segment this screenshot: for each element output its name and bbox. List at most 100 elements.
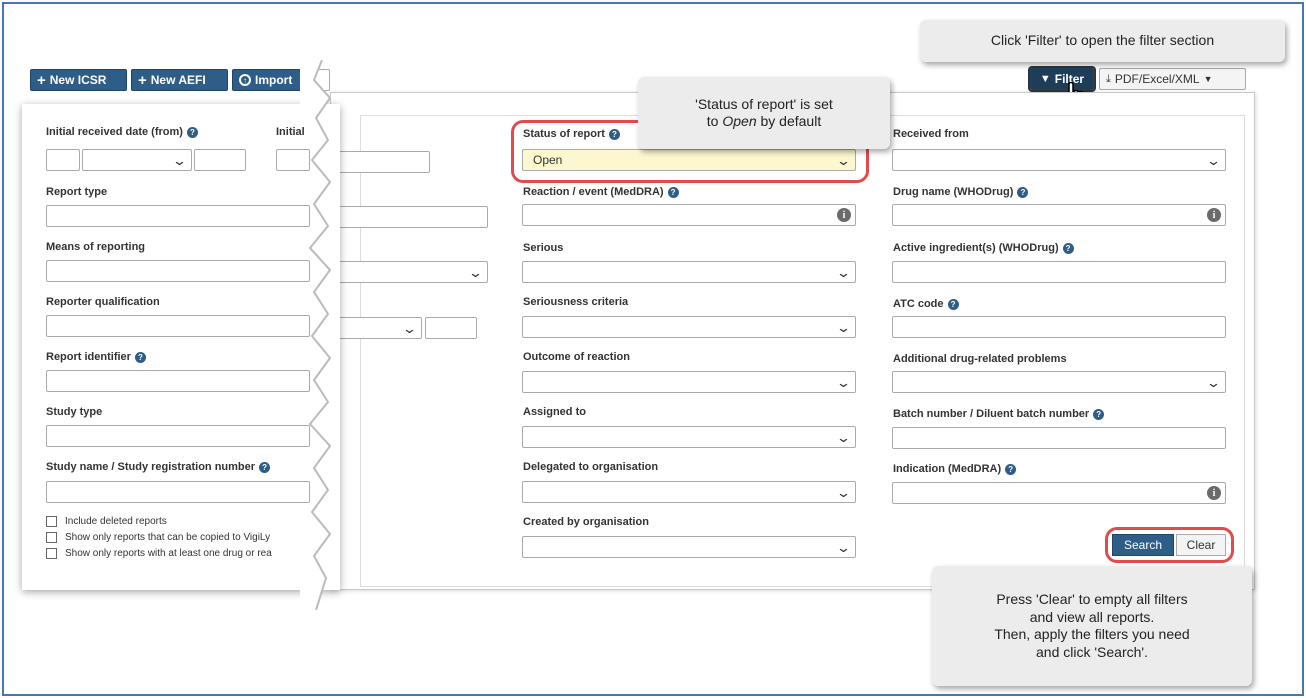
study-name-label: Study name / Study registration number? (46, 461, 271, 473)
plus-icon: + (138, 71, 147, 89)
help-icon: ? (947, 298, 959, 310)
report-identifier-input[interactable] (46, 370, 310, 392)
report-type-label: Report type (46, 186, 108, 198)
means-of-reporting-input[interactable] (46, 260, 310, 282)
filter-panel (360, 115, 1245, 587)
chevron-down-icon: ⌄ (401, 320, 418, 336)
info-icon[interactable]: i (1207, 486, 1221, 500)
chevron-down-icon: ⌄ (835, 484, 852, 500)
atc-code-input[interactable] (892, 316, 1226, 338)
means-of-reporting-label: Means of reporting (46, 241, 146, 253)
reaction-event-input[interactable]: i (522, 204, 856, 226)
help-icon: ? (1017, 186, 1029, 198)
new-icsr-button[interactable]: + New ICSR (30, 69, 127, 91)
help-icon: ? (259, 461, 271, 473)
atc-code-label: ATC code? (893, 298, 959, 310)
clear-tip-callout: Press 'Clear' to empty all filters and v… (932, 566, 1252, 686)
chevron-down-icon: ⌄ (835, 374, 852, 390)
help-icon: ? (134, 351, 146, 363)
drug-name-input[interactable]: i (892, 204, 1226, 226)
seriousness-criteria-label: Seriousness criteria (523, 296, 629, 308)
chevron-down-icon: ⌄ (835, 264, 852, 280)
reporter-qualification-input[interactable] (46, 315, 310, 337)
reaction-event-label: Reaction / event (MedDRA)? (523, 186, 679, 198)
indication-input[interactable]: i (892, 482, 1226, 504)
help-icon: ? (1005, 463, 1017, 475)
received-from-label: Received from (893, 128, 969, 140)
created-by-label: Created by organisation (523, 516, 649, 528)
delegated-label: Delegated to organisation (523, 461, 659, 473)
assigned-to-select[interactable]: ⌄ (522, 426, 856, 448)
indication-label: Indication (MedDRA)? (893, 463, 1017, 475)
study-type-label: Study type (46, 406, 103, 418)
chevron-down-icon: ⌄ (835, 319, 852, 335)
report-identifier-label: Report identifier? (46, 351, 146, 363)
initial-received-date-from-label: Initial received date (from)? (46, 126, 198, 138)
additional-drug-label: Additional drug-related problems (893, 353, 1067, 365)
hidden-date-field[interactable] (338, 151, 430, 173)
hidden-field-2[interactable] (338, 206, 488, 228)
include-deleted-checkbox-row[interactable]: Include deleted reports (46, 516, 167, 527)
batch-number-label: Batch number / Diluent batch number? (893, 408, 1105, 420)
export-icon: ⤓ (1106, 72, 1111, 85)
additional-drug-select[interactable]: ⌄ (892, 371, 1226, 393)
chevron-down-icon: ⌄ (1205, 374, 1222, 390)
assigned-to-label: Assigned to (523, 406, 586, 418)
new-aefi-label: New AEFI (150, 73, 206, 87)
help-icon: ? (667, 186, 679, 198)
copy-to-vigilyze-checkbox[interactable] (46, 532, 57, 543)
chevron-down-icon: ⌄ (171, 152, 188, 168)
received-from-select[interactable]: ⌄ (892, 149, 1226, 171)
date-month-select[interactable]: ⌄ (82, 149, 192, 171)
search-clear-highlight-ring (1105, 527, 1234, 563)
export-label: PDF/Excel/XML (1114, 72, 1200, 86)
reporter-qualification-label: Reporter qualification (46, 296, 160, 308)
at-least-one-drug-checkbox[interactable] (46, 548, 57, 559)
hidden-field-5[interactable] (425, 317, 477, 339)
copy-to-vigilyze-checkbox-row[interactable]: Show only reports that can be copied to … (46, 532, 270, 543)
new-aefi-button[interactable]: + New AEFI (131, 69, 228, 91)
funnel-icon: ▼ (1039, 73, 1051, 85)
import-label: Import (255, 73, 293, 87)
created-by-select[interactable]: ⌄ (522, 536, 856, 558)
report-type-input[interactable] (46, 205, 310, 227)
serious-label: Serious (523, 242, 564, 254)
filter-tip-callout: Click 'Filter' to open the filter sectio… (920, 20, 1285, 62)
outcome-label: Outcome of reaction (523, 351, 630, 363)
chevron-down-icon: ⌄ (835, 429, 852, 445)
info-icon[interactable]: i (1207, 208, 1221, 222)
initial-to-day-input[interactable] (276, 149, 310, 171)
study-type-input[interactable] (46, 425, 310, 447)
hidden-select-3[interactable]: ⌄ (338, 261, 488, 283)
chevron-down-icon: ⌄ (467, 264, 484, 280)
chevron-down-icon: ⌄ (835, 539, 852, 555)
checkbox-label: Show only reports with at least one drug… (65, 548, 272, 559)
import-icon: ↑ (239, 74, 251, 86)
date-day-input[interactable] (46, 149, 80, 171)
new-icsr-label: New ICSR (49, 73, 107, 87)
checkbox-label: Show only reports that can be copied to … (65, 532, 271, 543)
include-deleted-checkbox[interactable] (46, 516, 57, 527)
drug-name-label: Drug name (WHODrug)? (893, 186, 1029, 198)
status-tip-callout: 'Status of report' is set to Open by def… (638, 77, 890, 149)
outcome-select[interactable]: ⌄ (522, 371, 856, 393)
help-icon: ? (1062, 242, 1074, 254)
hidden-select-4[interactable]: ⌄ (338, 317, 422, 339)
help-icon: ? (1093, 408, 1105, 420)
import-button[interactable]: ↑ Import (232, 69, 307, 91)
serious-select[interactable]: ⌄ (522, 261, 856, 283)
export-dropdown-button[interactable]: ⤓ PDF/Excel/XML ▼ (1099, 68, 1246, 90)
delegated-select[interactable]: ⌄ (522, 481, 856, 503)
active-ingredient-input[interactable] (892, 261, 1226, 283)
chevron-down-icon: ⌄ (1205, 152, 1222, 168)
active-ingredient-label: Active ingredient(s) (WHODrug)? (893, 242, 1074, 254)
at-least-one-drug-checkbox-row[interactable]: Show only reports with at least one drug… (46, 548, 272, 559)
batch-number-input[interactable] (892, 427, 1226, 449)
plus-icon: + (37, 71, 46, 89)
study-name-input[interactable] (46, 481, 310, 503)
info-icon[interactable]: i (837, 208, 851, 222)
caret-down-icon: ▼ (1203, 74, 1213, 84)
date-year-input[interactable] (194, 149, 246, 171)
help-icon: ? (186, 126, 198, 138)
seriousness-criteria-select[interactable]: ⌄ (522, 316, 856, 338)
